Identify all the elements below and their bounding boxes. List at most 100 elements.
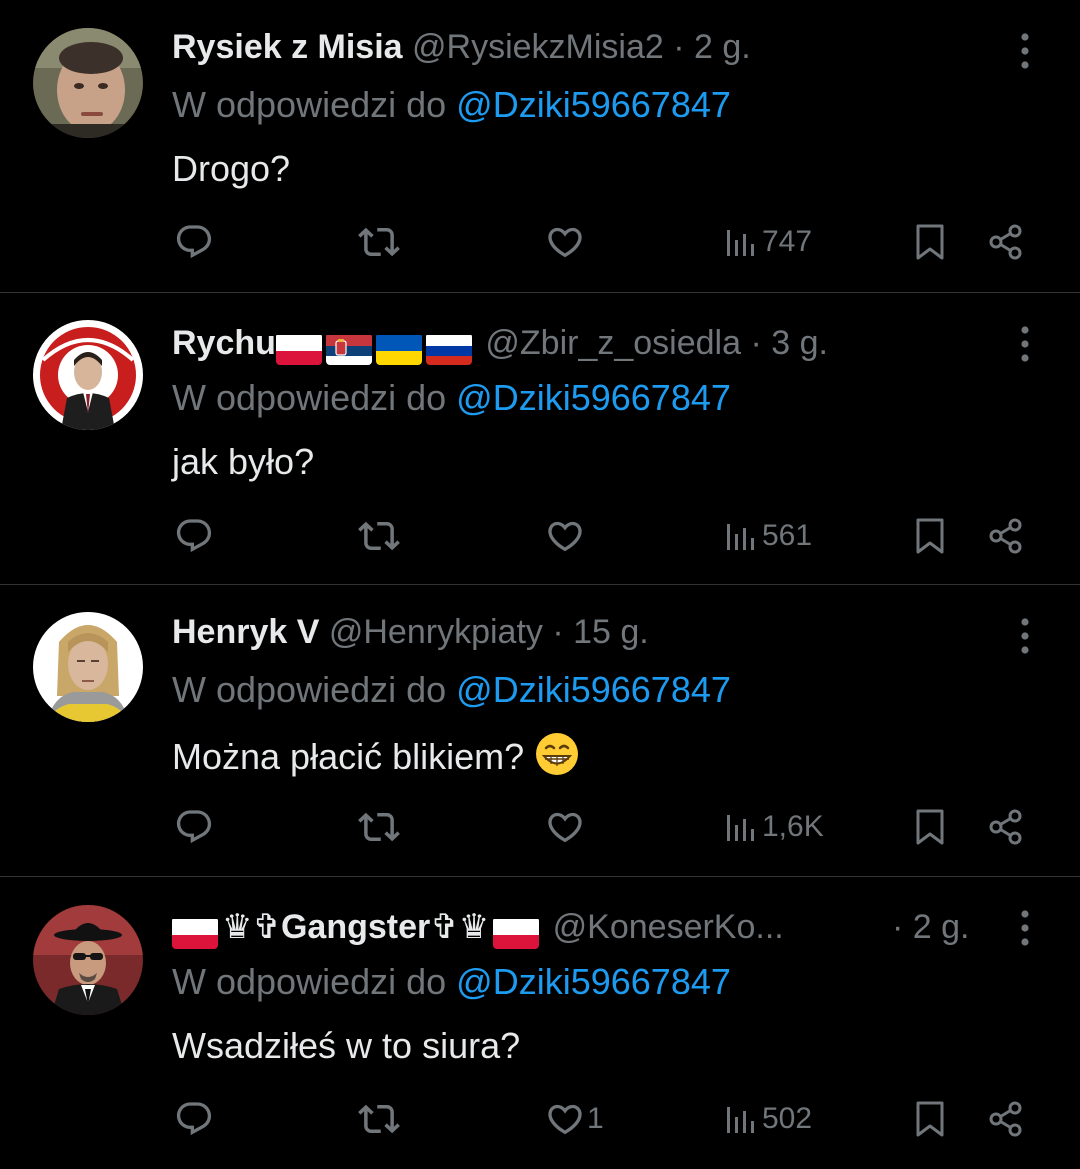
like-button[interactable]: 1 [545, 1089, 604, 1149]
author-handle[interactable]: @RysiekzMisia2 [412, 28, 664, 66]
timestamp[interactable]: 2 g. [913, 908, 970, 946]
tweet-3[interactable]: Henryk V @Henrykpiaty · 15 g. W odpowied… [0, 585, 1080, 877]
tweet-2[interactable]: Rychu @Zbir_z_osiedla · 3 g. W odpowiedz… [0, 293, 1080, 585]
author-handle[interactable]: @Henrykpiaty [329, 613, 543, 651]
action-bar: 747 [0, 212, 1080, 272]
reply-button[interactable] [174, 506, 214, 566]
author-handle[interactable]: @Zbir_z_osiedla [485, 324, 741, 362]
bookmark-icon [910, 516, 950, 556]
share-icon [986, 807, 1026, 847]
avatar[interactable] [33, 612, 143, 722]
author-name[interactable]: Rychu [172, 324, 276, 362]
speech-bubble-icon [174, 807, 214, 847]
reply-mention-link[interactable]: @Dziki59667847 [456, 84, 731, 125]
grinning-face-emoji [534, 731, 580, 788]
like-count: 1 [587, 1102, 604, 1135]
heart-icon [545, 807, 585, 847]
bookmark-button[interactable] [910, 506, 950, 566]
timestamp[interactable]: 15 g. [573, 613, 649, 651]
more-options-button[interactable] [1008, 321, 1042, 367]
views-button[interactable]: 561 [724, 506, 812, 566]
avatar[interactable] [33, 905, 143, 1015]
share-icon [986, 222, 1026, 262]
tweet-time: · 2 g. [892, 904, 970, 950]
separator-dot: · [673, 28, 685, 66]
repost-arrows-icon [358, 221, 400, 263]
like-button[interactable] [545, 212, 587, 272]
reply-mention-link[interactable]: @Dziki59667847 [456, 669, 731, 710]
views-button[interactable]: 502 [724, 1089, 812, 1149]
vertical-ellipsis-icon [1008, 613, 1042, 659]
reply-mention-link[interactable]: @Dziki59667847 [456, 377, 731, 418]
reply-prefix: W odpowiedzi do [172, 669, 447, 710]
action-bar: 561 [0, 506, 1080, 566]
repost-button[interactable] [358, 212, 400, 272]
more-options-button[interactable] [1008, 905, 1042, 951]
author-flags-after [493, 908, 543, 954]
bookmark-icon [910, 807, 950, 847]
like-button[interactable] [545, 797, 587, 857]
repost-arrows-icon [358, 806, 400, 848]
more-options-button[interactable] [1008, 613, 1042, 659]
reply-prefix: W odpowiedzi do [172, 84, 447, 125]
bar-chart-icon [724, 516, 760, 556]
share-button[interactable] [986, 506, 1026, 566]
bookmark-button[interactable] [910, 1089, 950, 1149]
repost-button[interactable] [358, 506, 400, 566]
repost-button[interactable] [358, 1089, 400, 1149]
reply-context: W odpowiedzi do @Dziki59667847 [172, 959, 731, 1005]
repost-arrows-icon [358, 515, 400, 557]
tweet-4[interactable]: ♛✞Gangster✞♛ @KoneserKo... · 2 g. W odpo… [0, 877, 1080, 1169]
bar-chart-icon [724, 222, 760, 262]
bookmark-icon [910, 1099, 950, 1139]
share-button[interactable] [986, 1089, 1026, 1149]
tweet-header: Henryk V @Henrykpiaty · 15 g. [172, 609, 649, 655]
timestamp[interactable]: 2 g. [694, 28, 751, 66]
bookmark-button[interactable] [910, 797, 950, 857]
author-flags [275, 324, 476, 370]
reply-prefix: W odpowiedzi do [172, 377, 447, 418]
like-button[interactable] [545, 506, 587, 566]
action-bar: 1,6K [0, 797, 1080, 857]
share-button[interactable] [986, 212, 1026, 272]
tweet-text: jak było? [172, 441, 315, 482]
view-count: 561 [762, 519, 813, 552]
reply-context: W odpowiedzi do @Dziki59667847 [172, 667, 731, 713]
author-flags-before [172, 908, 222, 954]
tweet-1[interactable]: Rysiek z Misia @RysiekzMisia2 · 2 g. W o… [0, 0, 1080, 292]
reply-mention-link[interactable]: @Dziki59667847 [456, 961, 731, 1002]
tweet-text-content: Można płacić blikiem? [172, 736, 525, 777]
heart-icon [545, 222, 585, 262]
author-handle[interactable]: @KoneserKo... [553, 908, 784, 946]
reply-context: W odpowiedzi do @Dziki59667847 [172, 82, 731, 128]
tweet-text: Można płacić blikiem? [172, 731, 580, 788]
timestamp[interactable]: 3 g. [771, 324, 828, 362]
reply-button[interactable] [174, 1089, 214, 1149]
vertical-ellipsis-icon [1008, 28, 1042, 74]
heart-icon [545, 1099, 585, 1139]
reply-button[interactable] [174, 212, 214, 272]
more-options-button[interactable] [1008, 28, 1042, 74]
russia-flag-icon [425, 333, 472, 366]
poland-flag-icon [172, 917, 218, 950]
speech-bubble-icon [174, 516, 214, 556]
speech-bubble-icon [174, 222, 214, 262]
avatar[interactable] [33, 28, 143, 138]
author-name[interactable]: Henryk V [172, 613, 319, 651]
views-button[interactable]: 1,6K [724, 797, 824, 857]
avatar[interactable] [33, 320, 143, 430]
ukraine-flag-icon [375, 333, 422, 366]
bookmark-icon [910, 222, 950, 262]
bookmark-button[interactable] [910, 212, 950, 272]
author-name[interactable]: ♛✞Gangster✞♛ [222, 908, 489, 946]
speech-bubble-icon [174, 1099, 214, 1139]
tweet-header: ♛✞Gangster✞♛ @KoneserKo... [172, 904, 784, 950]
share-button[interactable] [986, 797, 1026, 857]
reply-prefix: W odpowiedzi do [172, 961, 447, 1002]
views-button[interactable]: 747 [724, 212, 812, 272]
reply-button[interactable] [174, 797, 214, 857]
tweet-text: Drogo? [172, 148, 291, 189]
author-name[interactable]: Rysiek z Misia [172, 28, 403, 66]
repost-button[interactable] [358, 797, 400, 857]
separator-dot: · [552, 613, 564, 651]
